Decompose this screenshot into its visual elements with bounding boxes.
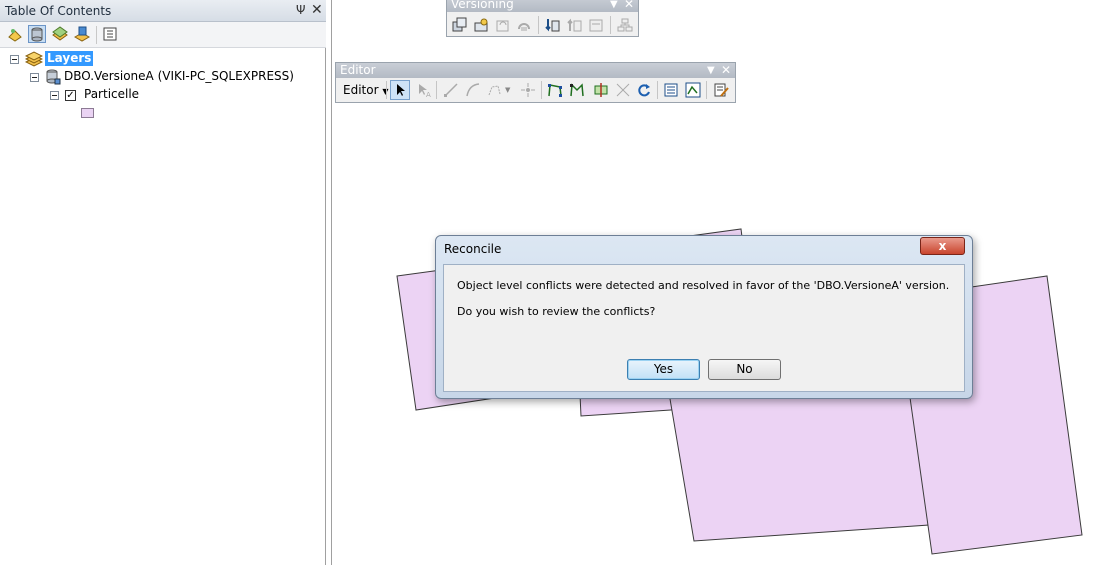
versioning-toolbar: Versioning ▼ ✕	[446, 0, 639, 37]
toolbar-separator	[706, 81, 707, 99]
table-of-contents-pane: Table Of Contents Ψ ✕ Layers DBO.Version…	[0, 0, 326, 565]
toc-toolbar	[0, 22, 326, 48]
toolbar-separator	[541, 81, 542, 99]
cut-polygons-icon[interactable]	[593, 82, 609, 98]
annotation-edit-icon: A	[416, 82, 432, 99]
split-tool-icon	[615, 82, 631, 98]
options-icon[interactable]	[101, 25, 119, 43]
straight-segment-icon	[443, 82, 459, 98]
toolbar-separator	[610, 16, 611, 34]
list-by-source-icon[interactable]	[28, 25, 46, 43]
connection-label[interactable]: DBO.VersioneA (VIKI-PC_SQLEXPRESS)	[64, 69, 294, 83]
pin-icon[interactable]: Ψ	[296, 3, 305, 17]
close-button[interactable]: x	[920, 237, 965, 255]
create-features-icon[interactable]	[713, 82, 729, 98]
layer-visibility-checkbox[interactable]: ✓	[65, 90, 76, 101]
endpoint-arc-icon	[465, 82, 481, 98]
point-icon	[520, 82, 536, 98]
toolbar-separator	[96, 26, 97, 44]
list-by-visibility-icon[interactable]	[51, 25, 69, 43]
dialog-message: Object level conflicts were detected and…	[457, 279, 950, 292]
editor-toolbar: Editor ▼ ✕ Editor ▼ A ▼	[335, 62, 736, 103]
collapse-layers-icon[interactable]	[10, 55, 19, 64]
close-icon[interactable]: ✕	[311, 2, 323, 18]
layers-icon	[24, 51, 44, 67]
collapse-connection-icon[interactable]	[30, 73, 39, 82]
editor-toolbar-caption[interactable]: Editor ▼ ✕	[336, 63, 735, 78]
dialog-body: Object level conflicts were detected and…	[443, 264, 965, 392]
list-by-drawing-order-icon[interactable]	[6, 25, 24, 43]
parcel-polygon	[668, 374, 930, 542]
create-version-icon[interactable]	[473, 17, 489, 33]
reconcile-dialog: Reconcile x Object level conflicts were …	[435, 235, 973, 399]
versioning-toolbar-title: Versioning	[451, 0, 514, 11]
toolbar-separator	[657, 81, 658, 99]
toc-title-bar: Table Of Contents Ψ ✕	[0, 0, 326, 22]
editor-toolbar-title: Editor	[340, 63, 376, 77]
layers-data-frame-label[interactable]: Layers	[45, 51, 94, 66]
close-icon: x	[938, 239, 947, 253]
toolbar-options-icon[interactable]: ▼	[610, 0, 618, 12]
dialog-question: Do you wish to review the conflicts?	[457, 305, 656, 318]
toolbar-separator	[436, 81, 437, 99]
toolbar-separator	[538, 16, 539, 34]
sketch-properties-icon[interactable]	[685, 82, 701, 98]
no-button[interactable]: No	[708, 359, 781, 380]
post-icon	[566, 17, 582, 33]
list-by-selection-icon[interactable]	[73, 25, 91, 43]
edit-vertices-icon[interactable]	[547, 82, 563, 98]
attributes-icon[interactable]	[663, 82, 679, 98]
conflicts-icon	[617, 17, 633, 33]
version-changes-icon	[588, 17, 604, 33]
change-version-icon	[516, 17, 532, 33]
reconcile-icon[interactable]	[544, 17, 560, 33]
versioning-toolbar-caption[interactable]: Versioning ▼ ✕	[447, 0, 638, 12]
layer-label[interactable]: Particelle	[84, 87, 139, 101]
chevron-down-icon: ▼	[505, 86, 511, 94]
layer-symbol-swatch[interactable]	[81, 108, 94, 118]
editor-menu[interactable]: Editor ▼	[340, 80, 392, 100]
toc-title: Table Of Contents	[5, 4, 112, 18]
collapse-layer-icon[interactable]	[50, 91, 59, 100]
database-connection-icon	[45, 69, 61, 85]
rotate-tool-icon[interactable]	[636, 82, 652, 98]
reshape-feature-icon[interactable]	[569, 82, 585, 98]
dialog-title: Reconcile	[444, 242, 502, 256]
close-icon[interactable]: ✕	[721, 63, 731, 78]
toolbar-separator	[386, 81, 387, 99]
close-icon[interactable]: ✕	[624, 0, 634, 12]
version-manager-icon[interactable]	[452, 17, 468, 33]
toolbar-options-icon[interactable]: ▼	[707, 63, 715, 78]
edit-tool-icon[interactable]	[390, 80, 410, 100]
svg-text:A: A	[426, 91, 431, 98]
refresh-icon	[495, 17, 511, 33]
trace-icon	[487, 82, 503, 98]
yes-button[interactable]: Yes	[627, 359, 700, 380]
editor-menu-label: Editor	[343, 83, 379, 97]
